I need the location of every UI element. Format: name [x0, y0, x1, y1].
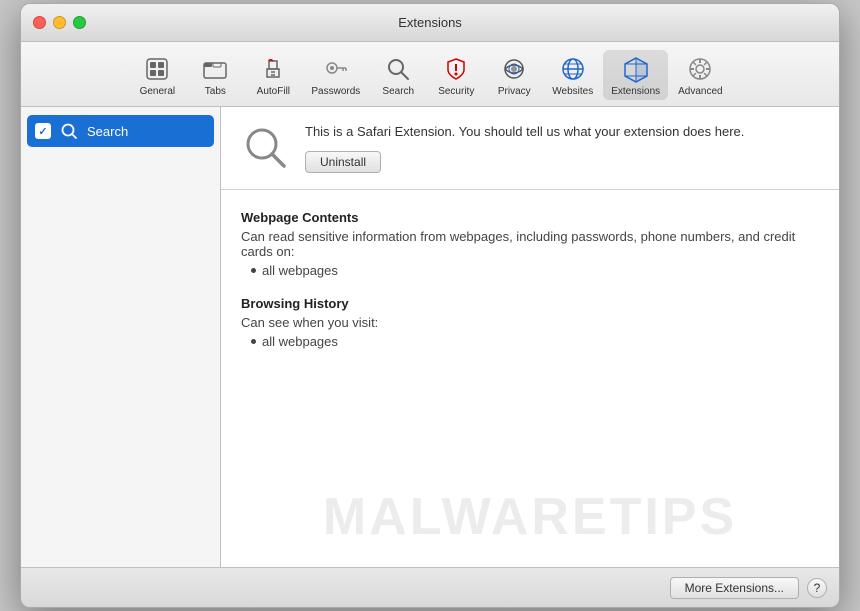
toolbar-item-passwords[interactable]: Passwords	[303, 50, 368, 100]
main-content: MALWARETIPS This is a Safari Extension. …	[221, 107, 839, 567]
search-toolbar-icon	[382, 53, 414, 85]
browsing-history-list-value: all webpages	[262, 334, 338, 349]
more-extensions-button[interactable]: More Extensions...	[670, 577, 799, 599]
security-icon	[440, 53, 472, 85]
toolbar-label-passwords: Passwords	[311, 86, 360, 97]
websites-icon	[557, 53, 589, 85]
content-area: ✓ Search MALWARETIPS	[21, 107, 839, 567]
footer: More Extensions... ?	[21, 567, 839, 607]
toolbar-item-security[interactable]: Security	[428, 50, 484, 100]
toolbar-item-privacy[interactable]: Privacy	[486, 50, 542, 100]
sidebar-item-label: Search	[87, 124, 128, 139]
tabs-icon	[199, 53, 231, 85]
extension-info: This is a Safari Extension. You should t…	[305, 123, 819, 173]
webpage-contents-section: Webpage Contents Can read sensitive info…	[241, 210, 819, 278]
toolbar-item-advanced[interactable]: Advanced	[670, 50, 730, 100]
extension-header-icon	[241, 123, 289, 171]
passwords-icon	[320, 53, 352, 85]
toolbar: General Tabs A	[21, 42, 839, 107]
bullet-icon	[251, 268, 256, 273]
close-button[interactable]	[33, 16, 46, 29]
uninstall-button[interactable]: Uninstall	[305, 151, 381, 173]
browsing-history-list-item-1: all webpages	[241, 334, 819, 349]
toolbar-label-privacy: Privacy	[498, 86, 531, 97]
webpage-contents-title: Webpage Contents	[241, 210, 819, 225]
bullet-icon-2	[251, 339, 256, 344]
advanced-icon	[684, 53, 716, 85]
toolbar-label-autofill: AutoFill	[257, 86, 290, 97]
maximize-button[interactable]	[73, 16, 86, 29]
browsing-history-desc: Can see when you visit:	[241, 315, 819, 330]
extension-description: This is a Safari Extension. You should t…	[305, 123, 819, 141]
toolbar-label-websites: Websites	[552, 86, 593, 97]
title-bar: Extensions	[21, 4, 839, 42]
webpage-contents-list-item-1: all webpages	[241, 263, 819, 278]
traffic-lights	[33, 16, 86, 29]
extension-details: Webpage Contents Can read sensitive info…	[221, 190, 839, 567]
toolbar-label-advanced: Advanced	[678, 86, 722, 97]
toolbar-item-tabs[interactable]: Tabs	[187, 50, 243, 100]
toolbar-label-extensions: Extensions	[611, 86, 660, 97]
help-button[interactable]: ?	[807, 578, 827, 598]
toolbar-label-security: Security	[438, 86, 474, 97]
toolbar-item-websites[interactable]: Websites	[544, 50, 601, 100]
toolbar-label-search: Search	[382, 86, 414, 97]
window-title: Extensions	[398, 15, 462, 30]
toolbar-item-extensions[interactable]: Extensions	[603, 50, 668, 100]
browsing-history-title: Browsing History	[241, 296, 819, 311]
toolbar-item-search[interactable]: Search	[370, 50, 426, 100]
toolbar-item-autofill[interactable]: AutoFill	[245, 50, 301, 100]
minimize-button[interactable]	[53, 16, 66, 29]
extensions-icon	[620, 53, 652, 85]
browsing-history-section: Browsing History Can see when you visit:…	[241, 296, 819, 349]
toolbar-label-general: General	[140, 86, 176, 97]
webpage-contents-list-value: all webpages	[262, 263, 338, 278]
general-icon	[141, 53, 173, 85]
toolbar-item-general[interactable]: General	[129, 50, 185, 100]
checkmark-icon: ✓	[38, 125, 47, 138]
sidebar-item-search[interactable]: ✓ Search	[27, 115, 214, 147]
privacy-icon	[498, 53, 530, 85]
sidebar-checkbox[interactable]: ✓	[35, 123, 51, 139]
sidebar: ✓ Search	[21, 107, 221, 567]
window: Extensions General	[20, 3, 840, 608]
extension-header: This is a Safari Extension. You should t…	[221, 107, 839, 190]
sidebar-extension-icon	[59, 121, 79, 141]
webpage-contents-desc: Can read sensitive information from webp…	[241, 229, 819, 259]
autofill-icon	[257, 53, 289, 85]
toolbar-label-tabs: Tabs	[205, 86, 226, 97]
